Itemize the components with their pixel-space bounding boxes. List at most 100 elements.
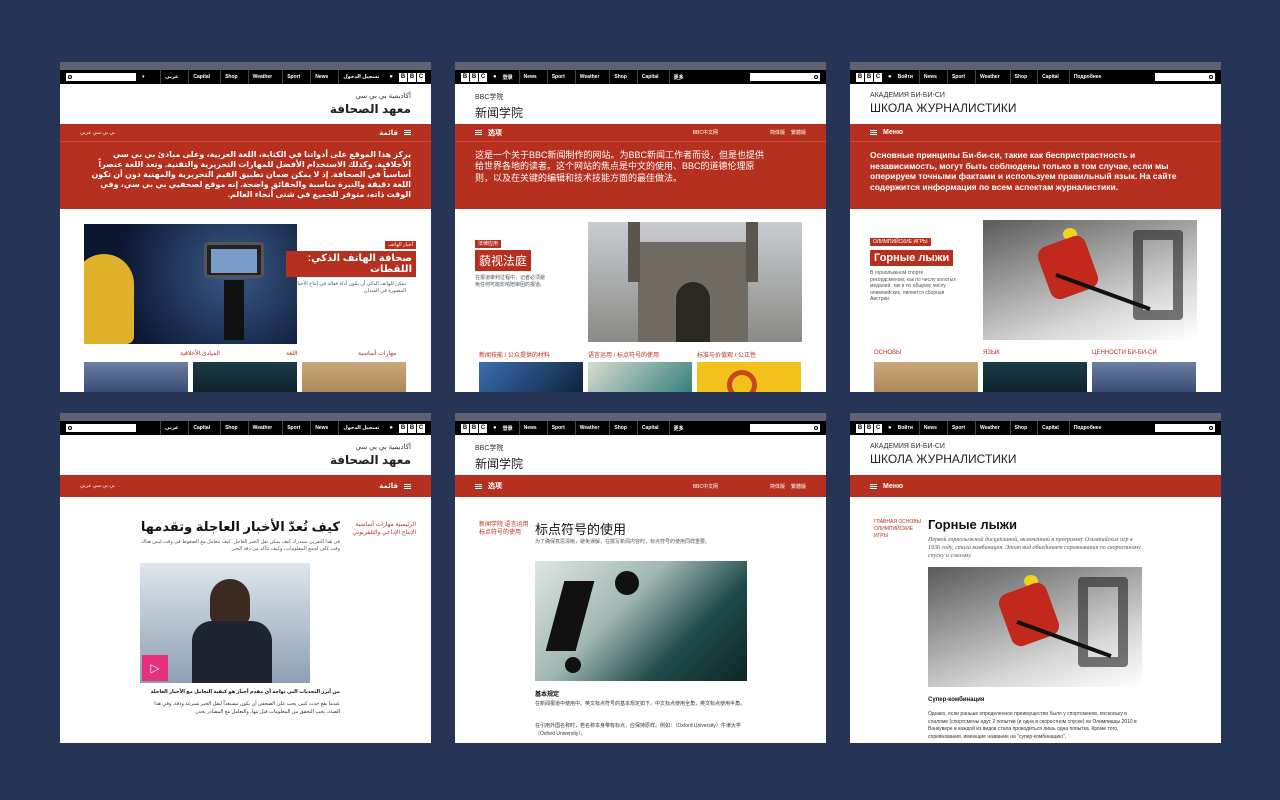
thumbnail-image[interactable] — [697, 362, 801, 392]
breadcrumb[interactable]: ГЛАВНАЯ ОСНОВЫ ОЛИМПИЙСКИЕ ИГРЫ — [874, 519, 926, 540]
thumbnail-image[interactable] — [1092, 362, 1196, 392]
nav-item[interactable]: Подробнее — [1068, 421, 1106, 435]
nav-item[interactable]: Weather — [574, 421, 604, 435]
menu-button[interactable]: Меню — [883, 483, 903, 490]
signin-link[interactable]: تسجيل الدخول — [338, 421, 383, 435]
nav-item[interactable]: Weather — [247, 421, 277, 435]
breadcrumb[interactable]: 新闻学院 语言运用 标点符号的使用 — [479, 521, 529, 538]
nav-item[interactable]: Weather — [574, 70, 604, 84]
nav-item[interactable]: Weather — [975, 421, 1004, 435]
language-link[interactable]: بي بي سي عربي — [80, 483, 115, 489]
nav-item[interactable]: Shop — [1009, 421, 1032, 435]
nav-item[interactable]: News — [310, 70, 332, 84]
search-input[interactable] — [66, 73, 136, 81]
nav-item[interactable]: News — [918, 421, 941, 435]
language-link[interactable]: بي بي سي عربي — [80, 130, 115, 136]
menu-icon[interactable] — [870, 130, 877, 135]
nav-item[interactable]: Capital — [188, 70, 214, 84]
nav-item[interactable]: Sport — [946, 70, 969, 84]
nav-item[interactable]: Shop — [1009, 70, 1032, 84]
feature-title[interactable]: صحافة الهاتف الذكي: اللقطات — [286, 251, 416, 277]
nav-item[interactable]: Sport — [546, 70, 569, 84]
menu-icon[interactable] — [404, 130, 411, 135]
script-toggle-simplified[interactable]: 简体版 — [770, 129, 785, 136]
nav-item[interactable]: Подробнее — [1068, 70, 1106, 84]
search-input[interactable] — [66, 424, 136, 432]
menu-icon[interactable] — [870, 483, 877, 489]
feature-image-courthouse[interactable] — [588, 222, 802, 342]
nav-item[interactable]: Sport — [282, 70, 304, 84]
nav-item[interactable]: Sport — [282, 421, 304, 435]
nav-item[interactable]: 更多 — [668, 421, 688, 435]
signin-link[interactable]: Войти — [898, 74, 913, 80]
bbc-logo[interactable]: BBC — [856, 72, 882, 82]
nav-item[interactable]: عربي — [159, 70, 182, 84]
thumbnail-image[interactable] — [84, 362, 188, 392]
nav-item[interactable]: Shop — [220, 421, 242, 435]
search-input[interactable] — [1155, 73, 1215, 81]
category-label[interactable]: اللغة — [286, 350, 298, 357]
category-label[interactable]: ОСНОВЫ — [874, 350, 901, 356]
nav-item[interactable]: News — [310, 421, 332, 435]
menu-button[interactable]: قائمة — [379, 129, 398, 137]
language-link[interactable]: BBC中文网 — [693, 129, 718, 136]
category-label[interactable]: مهارات أساسية — [358, 350, 396, 357]
bbc-logo[interactable]: BBC — [399, 72, 425, 82]
category-label[interactable]: 语言运用 / 标点符号的使用 — [588, 350, 659, 359]
menu-icon[interactable] — [475, 483, 482, 489]
signin-link[interactable]: Войти — [898, 425, 913, 431]
site-brand[interactable]: АКАДЕМИЯ БИ-БИ-СИ ШКОЛА ЖУРНАЛИСТИКИ — [850, 435, 1221, 475]
signin-link[interactable]: 登录 — [503, 425, 513, 432]
nav-item[interactable]: News — [518, 421, 541, 435]
category-label[interactable]: ЯЗЫК — [983, 350, 1000, 356]
nav-item[interactable]: Weather — [975, 70, 1004, 84]
feature-image-skier[interactable] — [983, 220, 1197, 340]
nav-item[interactable]: Capital — [636, 70, 663, 84]
menu-button[interactable]: 选项 — [488, 481, 502, 491]
nav-item[interactable]: Shop — [609, 421, 631, 435]
bbc-logo[interactable]: BBC — [461, 423, 487, 433]
nav-item[interactable]: Capital — [1037, 70, 1063, 84]
signin-link[interactable]: 登录 — [503, 74, 513, 81]
category-label[interactable]: 标准与价值观 / 公正性 — [697, 350, 756, 359]
nav-item[interactable]: Shop — [609, 70, 631, 84]
search-input[interactable] — [1155, 424, 1215, 432]
feature-caption[interactable]: ОЛИМПИЙСКИЕ ИГРЫ Горные лыжи В горнолыжн… — [870, 230, 980, 303]
thumbnail-image[interactable] — [983, 362, 1087, 392]
language-link[interactable]: BBC中文网 — [693, 483, 718, 490]
menu-icon[interactable] — [475, 130, 482, 135]
bbc-logo[interactable]: BBC — [399, 423, 425, 433]
nav-item[interactable]: Sport — [946, 421, 969, 435]
script-toggle-simplified[interactable]: 简体版 — [770, 483, 785, 490]
bbc-logo[interactable]: BBC — [856, 423, 882, 433]
site-brand[interactable]: BBC学院 新闻学院 — [455, 435, 826, 475]
menu-button[interactable]: قائمة — [379, 482, 398, 490]
search-input[interactable] — [750, 424, 820, 432]
breadcrumb[interactable]: الرئيسية مهارات أساسية الإنتاج الإذاعي و… — [346, 521, 416, 538]
feature-title[interactable]: Горные лыжи — [870, 250, 954, 266]
script-toggle-traditional[interactable]: 繁體版 — [791, 483, 806, 490]
site-brand[interactable]: أكاديمية بي بي سي معهد الصحافة — [60, 84, 431, 124]
nav-item[interactable]: Shop — [220, 70, 242, 84]
signin-link[interactable]: تسجيل الدخول — [338, 70, 383, 84]
thumbnail-image[interactable] — [479, 362, 583, 392]
thumbnail-image[interactable] — [193, 362, 297, 392]
category-label[interactable]: المبادئ الأخلاقية — [180, 350, 220, 357]
nav-item[interactable]: News — [918, 70, 941, 84]
site-brand[interactable]: أكاديمية بي بي سي معهد الصحافة — [60, 435, 431, 475]
menu-icon[interactable] — [404, 483, 411, 489]
menu-button[interactable]: 选项 — [488, 128, 502, 138]
feature-title[interactable]: 藐视法庭 — [475, 250, 532, 271]
nav-item[interactable]: Capital — [1037, 421, 1063, 435]
nav-item[interactable]: Capital — [636, 421, 663, 435]
script-toggle-traditional[interactable]: 繁體版 — [791, 129, 806, 136]
search-input[interactable] — [750, 73, 820, 81]
article-video[interactable]: ▷ — [140, 563, 310, 683]
nav-item[interactable]: 更多 — [668, 70, 688, 84]
nav-item[interactable]: Weather — [247, 70, 277, 84]
feature-caption[interactable]: أخبار الهاتف صحافة الهاتف الذكي: اللقطات… — [286, 233, 416, 294]
category-label[interactable]: ЦЕННОСТИ БИ-БИ-СИ — [1092, 350, 1157, 356]
thumbnail-image[interactable] — [588, 362, 692, 392]
thumbnail-image[interactable] — [874, 362, 978, 392]
site-brand[interactable]: BBC学院 新闻学院 — [455, 84, 826, 124]
